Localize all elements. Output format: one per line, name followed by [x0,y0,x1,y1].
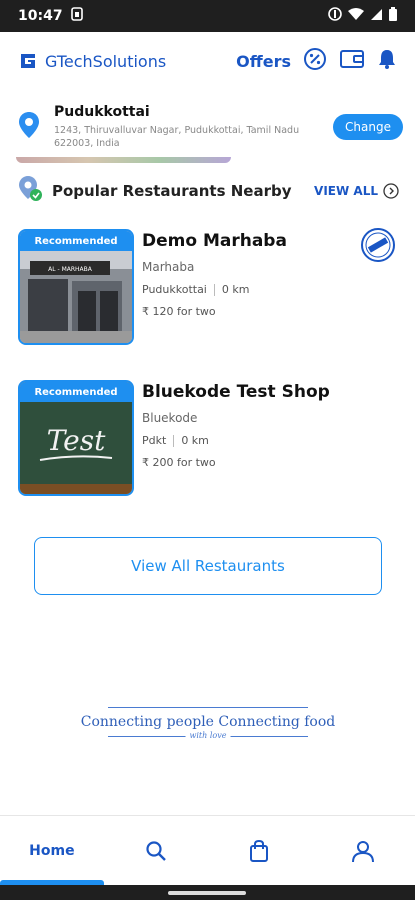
restaurant-cost: ₹ 200 for two [142,456,216,469]
map-pin-check-icon [18,175,44,207]
view-all-link[interactable]: VIEW ALL [314,183,399,199]
restaurant-distance: 0 km [221,283,250,296]
gesture-handle[interactable] [168,891,246,895]
discount-icon[interactable] [303,47,327,75]
restaurant-cuisine: Marhaba [142,260,195,274]
status-bar: 10:47 [0,0,415,32]
tagline-divider: with love [108,731,308,740]
search-icon [146,840,166,861]
status-icons [328,7,397,25]
recommended-badge: Recommended [20,231,132,251]
nav-home-label: Home [29,842,75,859]
change-location-button[interactable]: Change [333,114,403,140]
status-time: 10:47 [18,8,63,24]
signal-icon [370,8,383,25]
restaurant-cuisine: Bluekode [142,411,198,425]
sim-icon [70,7,83,25]
user-icon [352,840,375,862]
chalkboard-text: Test [47,424,106,457]
restaurant-distance: 0 km [181,434,209,447]
tagline-divider [108,707,308,708]
recommended-badge: Recommended [20,382,132,402]
wifi-icon [348,7,364,25]
brand-logo-icon [21,54,35,68]
chevron-right-icon [383,183,399,199]
section-header: Popular Restaurants Nearby VIEW ALL [0,174,415,208]
nav-home[interactable]: Home [0,843,104,859]
view-all-restaurants-button[interactable]: View All Restaurants [34,537,382,595]
dnd-icon [328,7,342,25]
meta-divider [173,434,175,447]
tagline-script: with love [185,731,231,740]
restaurant-image: Recommended AL - MARHABA [18,229,134,345]
app-header: GTechSolutions Offers [0,32,415,90]
view-all-label: VIEW ALL [314,184,378,198]
restaurant-name: Bluekode Test Shop [142,382,330,402]
restaurant-card[interactable]: Recommended AL - MARHABA Demo Marhaba Ma… [18,228,398,347]
location-bar: Pudukkottai 1243, Thiruvalluvar Nagar, P… [0,96,415,158]
restaurant-area: Pudukkottai [142,283,207,296]
wallet-icon[interactable] [339,48,365,74]
tagline-text: Connecting people Connecting food [80,714,336,730]
nav-profile[interactable] [311,839,415,863]
restaurant-image: Recommended Test [18,380,134,496]
bottom-nav: Home [0,815,415,885]
restaurant-area: Pdkt [142,434,167,447]
nav-cart[interactable] [208,839,312,863]
brand-name: GTechSolutions [45,51,167,71]
tagline: Connecting people Connecting food with l… [80,707,336,740]
restaurant-cost: ₹ 120 for two [142,305,216,318]
shopping-bag-icon [250,839,269,862]
nav-search[interactable] [104,840,208,862]
meta-divider [213,283,215,296]
storefront-sign-text: AL - MARHABA [48,266,93,273]
delivery-badge-icon [361,228,395,262]
restaurant-card[interactable]: Recommended Test Bluekode Test Shop Blue… [18,380,398,498]
brand-logo[interactable]: GTechSolutions [18,51,166,71]
banner-strip [16,157,231,163]
location-address: 1243, Thiruvalluvar Nagar, Pudukkottai, … [54,125,300,149]
notification-bell-icon[interactable] [377,48,397,74]
battery-icon [389,7,397,25]
location-name: Pudukkottai [54,104,150,120]
section-title: Popular Restaurants Nearby [52,182,292,200]
restaurant-name: Demo Marhaba [142,231,287,251]
offers-link[interactable]: Offers [236,52,291,71]
location-pin-icon [18,111,40,143]
